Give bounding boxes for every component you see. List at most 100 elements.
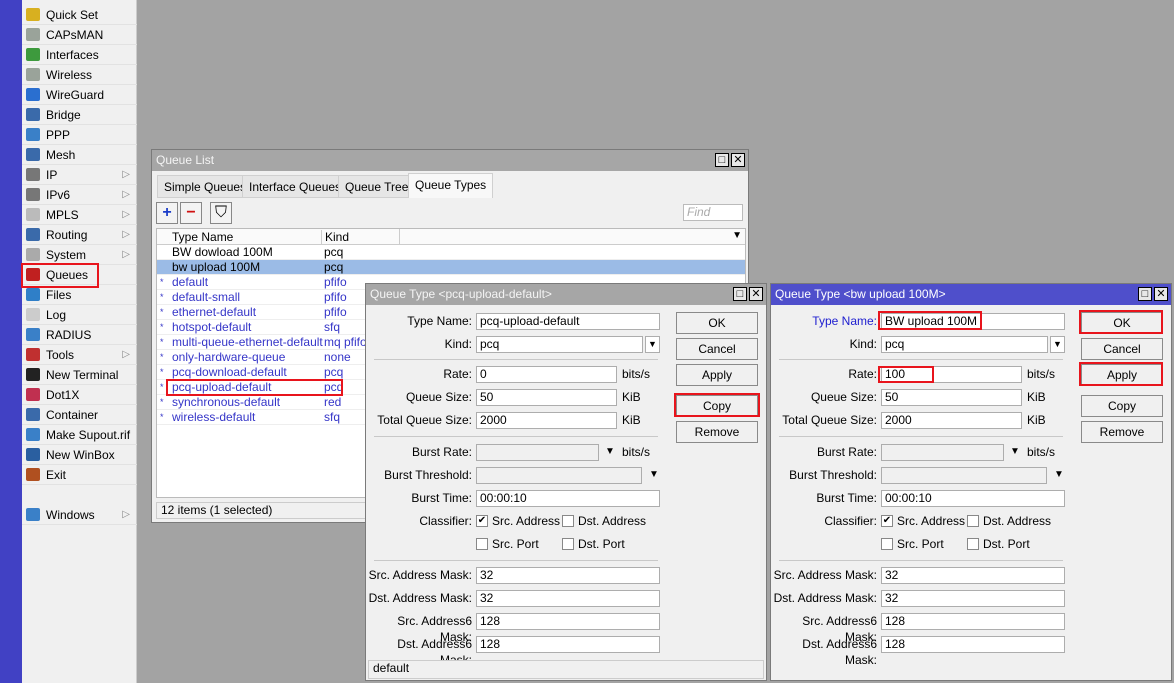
copy-button[interactable]: Copy	[676, 395, 758, 417]
sidebar-item-make-supout-rif[interactable]: Make Supout.rif	[22, 425, 137, 445]
sidebar-item-log[interactable]: Log	[22, 305, 137, 325]
burst-time-input[interactable]: 00:00:10	[476, 490, 660, 507]
sidebar-item-mesh[interactable]: Mesh	[22, 145, 137, 165]
tab-queue-types[interactable]: Queue Types	[408, 173, 494, 198]
tab-interface-queues[interactable]: Interface Queues	[242, 175, 349, 198]
dst-mask-input[interactable]: 32	[476, 590, 660, 607]
classifier-label: Classifier:	[419, 514, 472, 528]
rate-input[interactable]: 0	[476, 366, 617, 383]
burst-threshold-input[interactable]	[476, 467, 642, 484]
burst-threshold-input[interactable]	[881, 467, 1047, 484]
src-mask-input[interactable]: 32	[476, 567, 660, 584]
kind-input[interactable]: pcq	[476, 336, 643, 353]
burst-rate-input[interactable]	[881, 444, 1004, 461]
kind-input[interactable]: pcq	[881, 336, 1048, 353]
filter-icon[interactable]: ⛉	[210, 202, 232, 224]
tab-simple-queues[interactable]: Simple Queues	[157, 175, 254, 198]
src-mask-input[interactable]: 32	[881, 567, 1065, 584]
close-icon[interactable]: ✕	[1154, 287, 1168, 301]
sidebar-item-system[interactable]: System ▷	[22, 245, 137, 265]
type-name-input[interactable]: pcq-upload-default	[476, 313, 660, 330]
wireguard-icon	[26, 88, 40, 101]
add-icon[interactable]: +	[156, 202, 178, 224]
sidebar-item-exit[interactable]: Exit	[22, 465, 137, 485]
kind-dropdown-icon[interactable]: ▼	[1050, 336, 1065, 353]
ok-button[interactable]: OK	[1081, 312, 1163, 334]
title-bar[interactable]: Queue Type <bw upload 100M> □ ✕	[771, 284, 1171, 305]
src-port-checkbox[interactable]	[476, 538, 488, 550]
sidebar-item-container[interactable]: Container	[22, 405, 137, 425]
sidebar-item-ip[interactable]: IP ▷	[22, 165, 137, 185]
src-address-checkbox[interactable]: ✔	[476, 515, 488, 527]
remove-icon[interactable]: −	[180, 202, 202, 224]
tab-queue-tree[interactable]: Queue Tree	[338, 175, 416, 198]
dst6-mask-input[interactable]: 128	[476, 636, 660, 653]
type-name-input[interactable]: BW upload 100M	[881, 313, 1065, 330]
maximize-icon[interactable]: □	[733, 287, 747, 301]
dst-port-checkbox[interactable]	[562, 538, 574, 550]
ok-button[interactable]: OK	[676, 312, 758, 334]
copy-button[interactable]: Copy	[1081, 395, 1163, 417]
dst-address-checkbox[interactable]	[562, 515, 574, 527]
burst-threshold-dropdown-icon[interactable]: ▼	[1054, 469, 1064, 480]
dst6-mask-input[interactable]: 128	[881, 636, 1065, 653]
type-name-cell: default-small	[172, 290, 241, 304]
queue-size-input[interactable]: 50	[476, 389, 617, 406]
burst-time-input[interactable]: 00:00:10	[881, 490, 1065, 507]
sidebar-item-new-winbox[interactable]: New WinBox	[22, 445, 137, 465]
cancel-button[interactable]: Cancel	[1081, 338, 1163, 360]
title-bar[interactable]: Queue Type <pcq-upload-default> □ ✕	[366, 284, 766, 305]
total-queue-size-input[interactable]: 2000	[881, 412, 1022, 429]
sidebar-item-new-terminal[interactable]: New Terminal	[22, 365, 137, 385]
maximize-icon[interactable]: □	[715, 153, 729, 167]
queue-size-input[interactable]: 50	[881, 389, 1022, 406]
apply-button[interactable]: Apply	[676, 364, 758, 386]
sidebar-item-bridge[interactable]: Bridge	[22, 105, 137, 125]
burst-rate-dropdown-icon[interactable]: ▼	[1010, 446, 1020, 457]
rate-input[interactable]: 100	[881, 366, 1022, 383]
src-port-checkbox[interactable]	[881, 538, 893, 550]
apply-button[interactable]: Apply	[1081, 364, 1163, 386]
burst-rate-input[interactable]	[476, 444, 599, 461]
sidebar-item-tools[interactable]: Tools ▷	[22, 345, 137, 365]
column-menu-icon[interactable]: ▼	[732, 230, 742, 241]
log-icon	[26, 308, 40, 321]
sidebar-item-capsman[interactable]: CAPsMAN	[22, 25, 137, 45]
find-input[interactable]: Find	[683, 204, 743, 221]
dst-port-checkbox[interactable]	[967, 538, 979, 550]
sidebar-item-mpls[interactable]: MPLS ▷	[22, 205, 137, 225]
table-row[interactable]: BW dowload 100M pcq	[157, 245, 745, 260]
dst-address-checkbox[interactable]	[967, 515, 979, 527]
sidebar-item-radius[interactable]: RADIUS	[22, 325, 137, 345]
column-type-name[interactable]: Type Name	[172, 230, 233, 244]
sidebar-item-queues[interactable]: Queues	[22, 265, 137, 285]
src6-mask-input[interactable]: 128	[881, 613, 1065, 630]
sidebar-item-ipv6[interactable]: IPv6 ▷	[22, 185, 137, 205]
sidebar-item-wireguard[interactable]: WireGuard	[22, 85, 137, 105]
dst-mask-input[interactable]: 32	[881, 590, 1065, 607]
sidebar-item-interfaces[interactable]: Interfaces	[22, 45, 137, 65]
title-bar[interactable]: Queue List □ ✕	[152, 150, 748, 171]
remove-button[interactable]: Remove	[676, 421, 758, 443]
sidebar-item-dot1x[interactable]: Dot1X	[22, 385, 137, 405]
sidebar-item-label: IPv6	[46, 187, 71, 202]
close-icon[interactable]: ✕	[749, 287, 763, 301]
kind-dropdown-icon[interactable]: ▼	[645, 336, 660, 353]
src6-mask-input[interactable]: 128	[476, 613, 660, 630]
maximize-icon[interactable]: □	[1138, 287, 1152, 301]
sidebar-item-routing[interactable]: Routing ▷	[22, 225, 137, 245]
total-queue-size-input[interactable]: 2000	[476, 412, 617, 429]
remove-button[interactable]: Remove	[1081, 421, 1163, 443]
close-icon[interactable]: ✕	[731, 153, 745, 167]
sidebar-item-wireless[interactable]: Wireless	[22, 65, 137, 85]
burst-threshold-dropdown-icon[interactable]: ▼	[649, 469, 659, 480]
sidebar-item-files[interactable]: Files	[22, 285, 137, 305]
sidebar-item-quick-set[interactable]: Quick Set	[22, 5, 137, 25]
column-kind[interactable]: Kind	[321, 230, 349, 244]
src-address-checkbox[interactable]: ✔	[881, 515, 893, 527]
burst-rate-dropdown-icon[interactable]: ▼	[605, 446, 615, 457]
sidebar-item-windows[interactable]: Windows ▷	[22, 505, 137, 525]
cancel-button[interactable]: Cancel	[676, 338, 758, 360]
sidebar-item-ppp[interactable]: PPP	[22, 125, 137, 145]
table-row[interactable]: bw upload 100M pcq	[157, 260, 745, 275]
